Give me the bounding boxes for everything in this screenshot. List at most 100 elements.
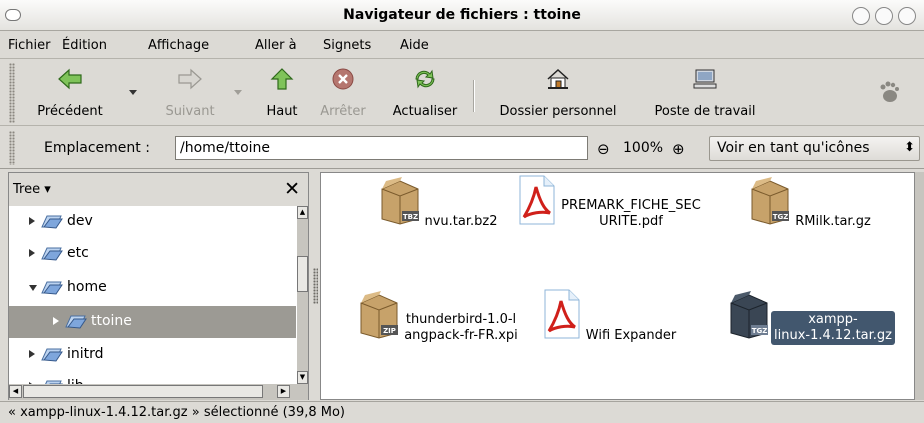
reload-button[interactable]: Actualiser: [380, 62, 470, 122]
status-bar: « xampp-linux-1.4.12.tar.gz » sélectionn…: [0, 401, 924, 423]
tree-node-ttoine[interactable]: ttoine: [9, 306, 296, 338]
tree-node-label: dev: [67, 213, 93, 229]
tree-node-initrd[interactable]: initrd: [9, 339, 296, 371]
stop-icon: [332, 68, 354, 90]
toolbar-handle[interactable]: [9, 63, 15, 123]
up-label: Haut: [266, 104, 298, 119]
stop-label: Arrêter: [320, 104, 366, 119]
location-bar: Emplacement : /home/ttoine ⊖ 100% ⊕ Voir…: [0, 127, 924, 169]
tree-scroll-thumb[interactable]: [297, 256, 308, 292]
pdf-document-icon: [544, 289, 580, 339]
stop-button[interactable]: Arrêter: [312, 62, 374, 122]
file-name: xampp-linux-1.4.12.tar.gz: [771, 311, 895, 345]
file-name: RMilk.tar.gz: [795, 214, 871, 229]
tree-node-label: ttoine: [91, 313, 132, 329]
tree-view[interactable]: dev etc home ttoine initrd lib: [9, 206, 296, 384]
computer-button[interactable]: Poste de travail: [638, 62, 772, 122]
window-title: Navigateur de fichiers : ttoine: [343, 7, 581, 23]
maximize-button[interactable]: [875, 7, 893, 25]
svg-text:TGZ: TGZ: [752, 327, 768, 335]
folder-icon: [41, 281, 63, 295]
forward-button[interactable]: Suivant: [150, 62, 230, 122]
reload-icon: [415, 69, 435, 89]
tree-node-label: home: [67, 279, 107, 295]
tree-node-label: initrd: [67, 346, 104, 362]
up-button[interactable]: Haut: [256, 62, 308, 122]
archive-box-icon: TGZ: [751, 177, 790, 225]
view-mode-select[interactable]: Voir en tant qu'icônes ⬍: [709, 136, 920, 161]
scroll-right-arrow-icon[interactable]: ▶: [277, 385, 290, 398]
tree-node-lib[interactable]: lib: [9, 371, 296, 384]
home-label: Dossier personnel: [499, 104, 617, 119]
file-icon-view[interactable]: TBZ nvu.tar.bz2 PREMARK_FICHE_SEC URITE.pdf…: [320, 172, 915, 400]
menu-fichier[interactable]: Fichier: [8, 38, 51, 53]
tree-node-label: etc: [67, 245, 89, 261]
menu-edition[interactable]: Édition: [62, 38, 107, 53]
file-name: nvu.tar.bz2: [424, 214, 498, 229]
tree-vertical-scrollbar[interactable]: ▲ ▼: [297, 206, 308, 384]
forward-history-dropdown[interactable]: [234, 90, 242, 95]
file-item[interactable]: PREMARK_FICHE_SEC URITE.pdf: [509, 175, 709, 231]
menu-aide[interactable]: Aide: [400, 38, 429, 53]
toolbar: Précédent Suivant Haut Arrêter Actualise…: [0, 60, 924, 126]
status-text: « xampp-linux-1.4.12.tar.gz » sélectionn…: [8, 405, 346, 420]
tree-node-home[interactable]: home: [9, 272, 296, 304]
file-name: PREMARK_FICHE_SEC URITE.pdf: [561, 198, 701, 229]
tree-node-dev[interactable]: dev: [9, 206, 296, 238]
tree-hscroll-thumb[interactable]: [23, 385, 263, 398]
gnome-foot-icon: [880, 81, 899, 102]
folder-icon: [45, 380, 63, 384]
svg-text:TBZ: TBZ: [402, 213, 417, 221]
updown-arrows-icon: ⬍: [904, 140, 915, 155]
back-history-dropdown[interactable]: [129, 90, 137, 95]
toolbar-separator: [473, 80, 475, 112]
expand-arrow-icon[interactable]: [53, 317, 59, 325]
scroll-up-arrow-icon[interactable]: ▲: [297, 206, 308, 219]
archive-box-icon: TBZ: [381, 177, 419, 225]
tree-horizontal-scrollbar[interactable]: ◀ ▶: [9, 384, 308, 400]
sidebar-header: Tree ▾ ✕: [9, 173, 308, 206]
home-button[interactable]: Dossier personnel: [482, 62, 634, 122]
file-name: Wifi Expander: [585, 328, 677, 343]
file-item[interactable]: TGZ xampp-linux-1.4.12.tar.gz: [721, 289, 901, 345]
archive-box-icon: ZIP: [360, 291, 399, 339]
folder-icon: [41, 215, 63, 229]
pdf-document-icon: [519, 175, 555, 225]
expand-arrow-icon[interactable]: [29, 350, 35, 358]
folder-icon: [41, 348, 63, 362]
locationbar-handle[interactable]: [9, 131, 15, 165]
minimize-button[interactable]: [852, 7, 870, 25]
reload-label: Actualiser: [392, 104, 458, 119]
iconview-scrollbar[interactable]: [915, 172, 924, 400]
file-item[interactable]: ZIP thunderbird-1.0-l angpack-fr-FR.xpi: [344, 289, 534, 345]
scroll-left-arrow-icon[interactable]: ◀: [9, 385, 22, 398]
expand-arrow-icon[interactable]: [29, 217, 35, 225]
zoom-level[interactable]: 100%: [623, 140, 663, 156]
forward-label: Suivant: [165, 104, 215, 119]
zoom-out-icon[interactable]: ⊖: [597, 140, 610, 158]
back-button[interactable]: Précédent: [24, 62, 116, 122]
computer-icon: [693, 69, 717, 89]
pane-resize-grip[interactable]: [313, 268, 318, 304]
title-bar: Navigateur de fichiers : ttoine: [0, 0, 924, 31]
file-item[interactable]: Wifi Expander: [509, 289, 709, 345]
tree-node-etc[interactable]: etc: [9, 238, 296, 270]
menu-affichage[interactable]: Affichage: [148, 38, 209, 53]
close-sidebar-icon[interactable]: ✕: [284, 178, 300, 200]
file-item[interactable]: TBZ nvu.tar.bz2: [344, 175, 534, 231]
up-arrow-icon: [270, 68, 294, 90]
close-button[interactable]: [898, 7, 916, 25]
menu-aller[interactable]: Aller à: [255, 38, 297, 53]
archive-box-icon: TGZ: [730, 291, 768, 339]
expand-arrow-icon[interactable]: [29, 249, 35, 257]
home-icon: [547, 68, 569, 89]
location-label: Emplacement :: [44, 140, 150, 156]
menu-signets[interactable]: Signets: [323, 38, 371, 53]
file-item[interactable]: TGZ RMilk.tar.gz: [721, 175, 901, 231]
scroll-down-arrow-icon[interactable]: ▼: [297, 371, 308, 384]
view-mode-value: Voir en tant qu'icônes: [717, 140, 870, 156]
collapse-arrow-icon[interactable]: [29, 285, 37, 291]
location-input[interactable]: /home/ttoine: [175, 136, 588, 160]
zoom-in-icon[interactable]: ⊕: [672, 140, 685, 158]
sidebar-type-select[interactable]: Tree ▾: [13, 182, 51, 197]
